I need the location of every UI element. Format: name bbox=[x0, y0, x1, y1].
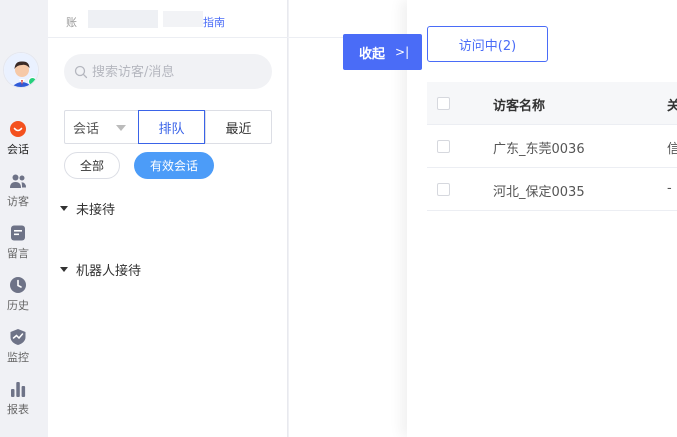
row-checkbox[interactable] bbox=[437, 183, 450, 196]
clock-icon bbox=[10, 277, 26, 293]
monitor-icon bbox=[10, 329, 26, 345]
message-note-icon bbox=[11, 225, 25, 241]
session-type-value: 会话 bbox=[73, 121, 100, 137]
tab-visiting[interactable]: 访问中(2) bbox=[427, 26, 548, 62]
select-all-checkbox[interactable] bbox=[437, 97, 450, 110]
rail-item-visitors[interactable]: 访客 bbox=[0, 172, 36, 209]
rail-item-label: 历史 bbox=[7, 299, 29, 312]
filter-valid-sessions-button[interactable]: 有效会话 bbox=[134, 152, 214, 179]
rail-item-reports[interactable]: 报表 bbox=[0, 380, 36, 417]
agent-avatar[interactable] bbox=[3, 52, 39, 88]
visitor-related: - bbox=[667, 181, 672, 196]
visitor-table-header: 访客名称 关 bbox=[427, 82, 677, 125]
collapse-drawer-button[interactable]: 收起 >| bbox=[343, 34, 422, 70]
caret-down-icon bbox=[60, 267, 68, 272]
filter-segment: 会话 排队 最近 bbox=[64, 110, 272, 144]
redacted-block bbox=[163, 11, 203, 27]
collapse-arrow-icon: >| bbox=[395, 45, 410, 59]
search-input[interactable] bbox=[92, 62, 262, 82]
visitor-name: 河北_保定0035 bbox=[493, 185, 585, 200]
conversation-panel: 账 指南 会话 排队 最近 全部 有效会话 未接待 机器人接待 bbox=[48, 0, 288, 437]
online-status-dot bbox=[28, 77, 37, 86]
rail-item-history[interactable]: 历史 bbox=[0, 276, 36, 313]
chat-icon bbox=[10, 121, 26, 137]
redacted-block bbox=[88, 10, 158, 28]
bar-chart-icon bbox=[11, 382, 26, 397]
rail-item-sessions[interactable]: 会话 bbox=[0, 120, 36, 157]
group-unreceived[interactable]: 未接待 bbox=[60, 199, 115, 218]
row-checkbox[interactable] bbox=[437, 140, 450, 153]
tab-queue[interactable]: 排队 bbox=[138, 110, 205, 144]
group-robot-reception[interactable]: 机器人接待 bbox=[60, 260, 141, 279]
visitor-drawer: 访问中(2) 访客名称 关 广东_东莞0036 信 河北_保定0035 - bbox=[407, 0, 677, 437]
left-nav-rail: 会话 访客 留言 历史 监控 报表 bbox=[0, 0, 48, 437]
chevron-down-icon bbox=[116, 125, 126, 131]
group-label: 机器人接待 bbox=[76, 264, 142, 279]
rail-item-label: 访客 bbox=[7, 195, 29, 208]
session-type-select[interactable]: 会话 bbox=[65, 111, 138, 143]
search-icon bbox=[74, 65, 88, 79]
caret-down-icon bbox=[60, 206, 68, 211]
collapse-label: 收起 bbox=[359, 46, 386, 62]
rail-item-label: 留言 bbox=[7, 247, 29, 260]
tab-recent[interactable]: 最近 bbox=[205, 111, 271, 143]
topbar-account-text: 账 bbox=[66, 16, 77, 29]
column-header-related: 关 bbox=[667, 99, 677, 114]
panel-topbar: 账 指南 bbox=[48, 0, 288, 38]
rail-item-label: 报表 bbox=[7, 403, 29, 416]
rail-item-label: 会话 bbox=[7, 143, 29, 156]
table-row[interactable]: 河北_保定0035 - bbox=[427, 168, 677, 211]
search-box[interactable] bbox=[64, 54, 272, 89]
filter-all-button[interactable]: 全部 bbox=[64, 152, 120, 179]
rail-item-label: 监控 bbox=[7, 351, 29, 364]
rail-item-messages[interactable]: 留言 bbox=[0, 224, 36, 261]
rail-item-monitor[interactable]: 监控 bbox=[0, 328, 36, 365]
visitor-name: 广东_东莞0036 bbox=[493, 142, 585, 157]
visitors-icon bbox=[10, 174, 26, 188]
group-label: 未接待 bbox=[76, 203, 116, 218]
guide-link[interactable]: 指南 bbox=[203, 14, 225, 30]
column-header-visitor-name: 访客名称 bbox=[493, 99, 546, 114]
visitor-related: 信 bbox=[667, 142, 677, 157]
table-row[interactable]: 广东_东莞0036 信 bbox=[427, 125, 677, 168]
